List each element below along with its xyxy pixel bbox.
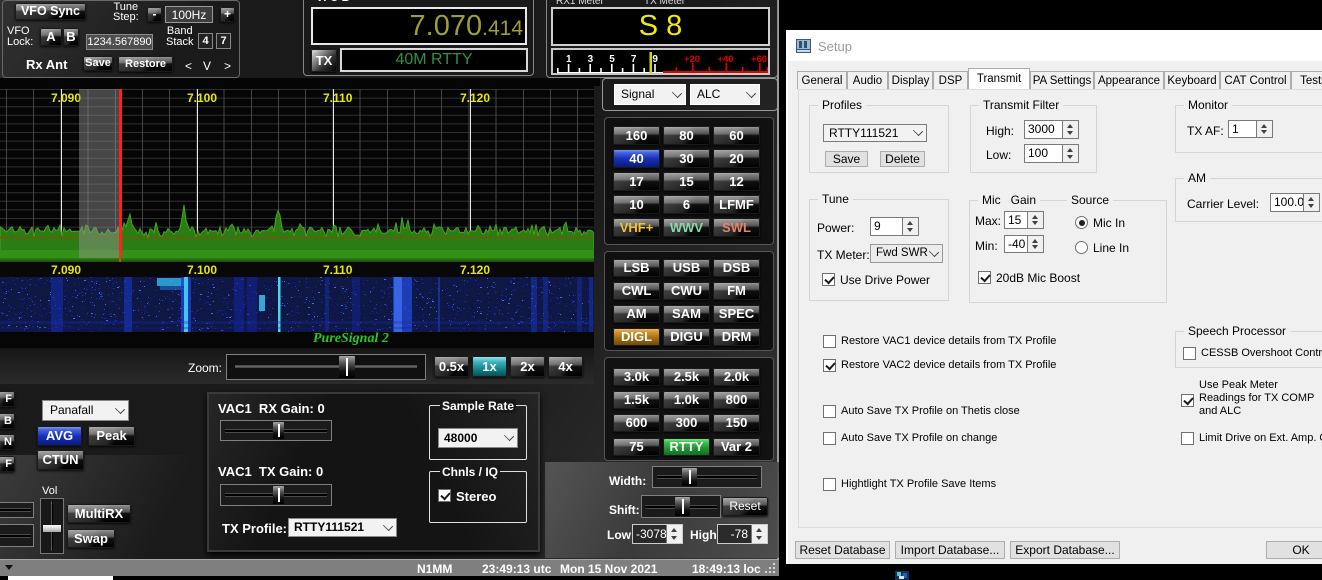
svg-text:7: 7 [631,54,637,65]
svg-text:9: 9 [652,54,658,65]
svg-text:+40: +40 [717,54,733,65]
svg-text:1: 1 [566,54,572,65]
svg-text:3: 3 [588,54,594,65]
svg-text:5: 5 [609,54,615,65]
svg-text:+60: +60 [751,54,767,65]
svg-text:+20: +20 [684,54,700,65]
